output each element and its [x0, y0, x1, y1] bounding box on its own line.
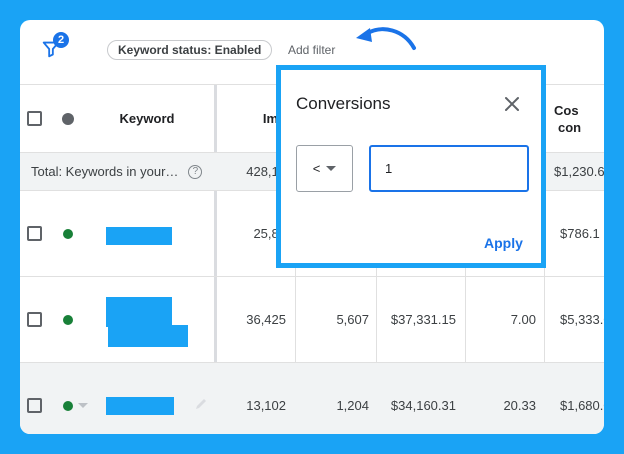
row-checkbox[interactable] — [27, 226, 42, 241]
row-checkbox[interactable] — [27, 312, 42, 327]
enabled-status-dot[interactable] — [63, 314, 73, 325]
row-cost-per-conv: $786.1 — [560, 226, 600, 241]
table-row[interactable]: 36,425 5,607 $37,331.15 7.00 $5,333.0 — [20, 276, 604, 362]
apply-button[interactable]: Apply — [484, 235, 523, 251]
row-conversions: 7.00 — [510, 312, 536, 327]
row-cost: $37,331.15 — [390, 312, 456, 327]
row-cost-per-conv: $1,680.0 — [560, 398, 604, 413]
keyword-status-filter-chip[interactable]: Keyword status: Enabled — [107, 40, 273, 60]
add-filter-link[interactable]: Add filter — [288, 43, 335, 57]
row-checkbox[interactable] — [27, 398, 42, 413]
redacted-keyword — [106, 397, 174, 415]
column-header-keyword[interactable]: Keyword — [92, 85, 202, 152]
filter-count-badge: 2 — [53, 32, 69, 48]
keywords-panel: 2 Keyword status: Enabled Add filter Key… — [20, 20, 604, 434]
row-conversions: 20.33 — [503, 398, 536, 413]
conversions-value-input[interactable] — [369, 145, 529, 192]
edit-pencil-icon[interactable] — [194, 397, 208, 411]
column-header-cost-per-conv[interactable]: Cos con — [554, 85, 604, 152]
row-impressions: 13,102 — [246, 398, 286, 413]
chevron-down-icon — [326, 166, 337, 171]
conversions-filter-popup: Conversions < Apply — [276, 65, 546, 268]
row-cost-per-conv: $5,333.0 — [560, 312, 604, 327]
operator-select[interactable]: < — [296, 145, 353, 192]
status-header-dot — [62, 112, 74, 125]
row-cost: $34,160.31 — [390, 398, 456, 413]
help-icon[interactable]: ? — [188, 164, 203, 179]
redacted-keyword — [106, 227, 172, 245]
row-impressions: 36,425 — [246, 312, 286, 327]
status-dropdown-icon[interactable] — [78, 403, 88, 408]
enabled-status-dot[interactable] — [63, 400, 73, 411]
annotation-arrow-icon — [356, 27, 416, 50]
select-all-checkbox[interactable] — [27, 111, 42, 126]
row-clicks: 5,607 — [336, 312, 369, 327]
total-cost: $1,230.6 — [554, 164, 604, 179]
redacted-keyword — [108, 325, 188, 347]
enabled-status-dot[interactable] — [63, 228, 73, 239]
popup-title: Conversions — [296, 94, 391, 113]
row-clicks: 1,204 — [336, 398, 369, 413]
total-label: Total: Keywords in your… — [31, 164, 179, 179]
close-icon[interactable] — [503, 95, 521, 113]
redacted-keyword — [106, 297, 172, 327]
table-row[interactable]: 13,102 1,204 $34,160.31 20.33 $1,680.0 — [20, 362, 604, 434]
operator-value: < — [312, 161, 321, 176]
